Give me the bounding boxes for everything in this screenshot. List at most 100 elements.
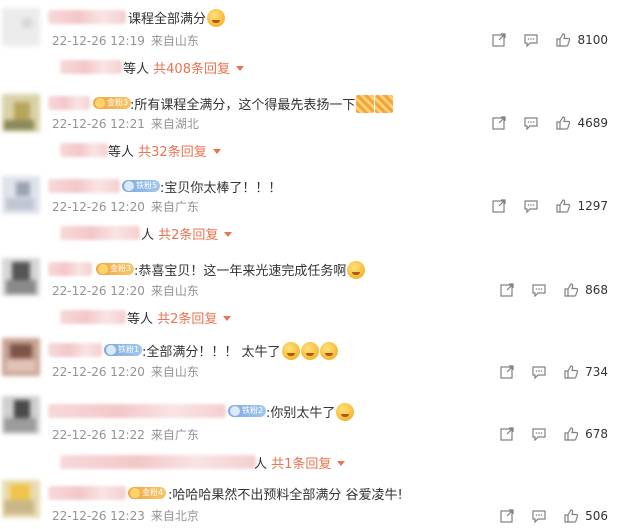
comment-actions: 868 bbox=[499, 281, 608, 299]
username-redacted[interactable] bbox=[48, 486, 126, 500]
comment-body: :全部满分！！！ 太牛了 bbox=[142, 345, 281, 360]
comment-actions: 1297 bbox=[491, 197, 608, 215]
thumb-up-icon[interactable] bbox=[563, 508, 579, 524]
avatar[interactable] bbox=[2, 338, 40, 376]
comment-body: :哈哈哈果然不出预料全部满分 谷爱凌牛! bbox=[168, 488, 403, 503]
fans-badge: 金粉3 bbox=[96, 263, 135, 275]
chevron-down-icon[interactable] bbox=[337, 461, 346, 466]
comment-location: 来自山东 bbox=[150, 365, 199, 379]
reply-prefix: 等人 bbox=[127, 312, 154, 327]
comment-meta: 22-12-26 12:23 来自北京 bbox=[52, 507, 199, 524]
comment-location: 来自广东 bbox=[150, 200, 199, 214]
username-redacted[interactable] bbox=[48, 10, 126, 24]
comment-time: 22-12-26 12:20 bbox=[52, 365, 145, 379]
reply-more-link[interactable]: 共32条回复 bbox=[138, 145, 207, 160]
avatar[interactable] bbox=[2, 176, 40, 214]
comment-time: 22-12-26 12:22 bbox=[52, 428, 145, 442]
comment-body: 课程全部满分 bbox=[128, 12, 207, 27]
comment-text: 课程全部满分 bbox=[128, 8, 226, 27]
fans-badge: 铁粉5 bbox=[122, 180, 161, 192]
comment-actions: 678 bbox=[499, 425, 608, 443]
comment-time: 22-12-26 12:20 bbox=[52, 284, 145, 298]
fans-badge: 金粉3 bbox=[93, 97, 132, 109]
comment-icon[interactable] bbox=[531, 508, 547, 524]
comment-icon[interactable] bbox=[531, 282, 547, 298]
username-redacted[interactable] bbox=[48, 343, 102, 357]
username-redacted[interactable] bbox=[48, 262, 92, 276]
comment-icon[interactable] bbox=[523, 32, 539, 48]
like-count: 1297 bbox=[577, 199, 608, 213]
reply-prefix: 人 bbox=[254, 457, 268, 472]
replier-names-redacted bbox=[60, 310, 126, 324]
comment-meta: 22-12-26 12:21 来自湖北 bbox=[52, 115, 199, 132]
comment-meta: 22-12-26 12:22 来自广东 bbox=[52, 426, 199, 443]
avatar[interactable] bbox=[2, 258, 40, 296]
reply-prefix: 等人 bbox=[123, 62, 150, 77]
share-icon[interactable] bbox=[491, 115, 507, 131]
reply-more-link[interactable]: 共408条回复 bbox=[153, 62, 230, 77]
comment-location: 来自北京 bbox=[150, 509, 199, 523]
reply-more-link[interactable]: 共2条回复 bbox=[157, 312, 217, 327]
thumb-up-icon[interactable] bbox=[555, 115, 571, 131]
comment-meta: 22-12-26 12:19 来自山东 bbox=[52, 32, 199, 49]
reply-summary[interactable]: 人 共2条回复 bbox=[141, 224, 233, 243]
share-icon[interactable] bbox=[491, 32, 507, 48]
fans-badge: 铁粉1 bbox=[104, 344, 143, 356]
chevron-down-icon[interactable] bbox=[235, 66, 244, 71]
share-icon[interactable] bbox=[499, 508, 515, 524]
comment-meta: 22-12-26 12:20 来自山东 bbox=[52, 363, 199, 380]
comment-icon[interactable] bbox=[523, 115, 539, 131]
comment-actions: 4689 bbox=[491, 114, 608, 132]
reply-summary[interactable]: 等人 共32条回复 bbox=[108, 141, 221, 160]
avatar[interactable] bbox=[2, 94, 40, 132]
fans-badge-icon bbox=[98, 264, 108, 274]
thumb-up-icon[interactable] bbox=[563, 364, 579, 380]
reply-summary[interactable]: 人 共1条回复 bbox=[254, 453, 346, 472]
username-redacted[interactable] bbox=[48, 404, 226, 418]
thumb-up-icon[interactable] bbox=[563, 282, 579, 298]
fans-badge-icon bbox=[230, 406, 240, 416]
thumb-up-icon[interactable] bbox=[563, 426, 579, 442]
comment-text: :所有课程全满分，这个得最先表扬一下 bbox=[130, 94, 394, 113]
comment-text: :恭喜宝贝！这一年来光速完成任务啊 bbox=[134, 260, 366, 279]
reply-summary[interactable]: 等人 共408条回复 bbox=[123, 58, 244, 77]
avatar[interactable] bbox=[2, 480, 40, 518]
comment-actions: 8100 bbox=[491, 31, 608, 49]
party-emoji-icon bbox=[319, 342, 338, 360]
comment-text: :哈哈哈果然不出预料全部满分 谷爱凌牛! bbox=[168, 484, 403, 503]
username-redacted[interactable] bbox=[48, 179, 120, 193]
comment-meta: 22-12-26 12:20 来自山东 bbox=[52, 282, 199, 299]
reply-more-link[interactable]: 共1条回复 bbox=[271, 457, 331, 472]
comment-time: 22-12-26 12:21 bbox=[52, 117, 145, 131]
like-count: 8100 bbox=[577, 33, 608, 47]
reply-more-link[interactable]: 共2条回复 bbox=[158, 228, 218, 243]
comment-text: :你别太牛了 bbox=[266, 402, 355, 421]
reply-prefix: 人 bbox=[141, 228, 155, 243]
comment-location: 来自广东 bbox=[150, 428, 199, 442]
thumb-up-icon[interactable] bbox=[555, 32, 571, 48]
username-redacted[interactable] bbox=[48, 96, 90, 110]
fans-badge-icon bbox=[124, 181, 134, 191]
like-count: 868 bbox=[585, 283, 608, 297]
replier-names-redacted bbox=[60, 60, 122, 74]
avatar[interactable] bbox=[2, 8, 40, 46]
share-icon[interactable] bbox=[499, 282, 515, 298]
comment-body: :你别太牛了 bbox=[266, 406, 336, 421]
chevron-down-icon[interactable] bbox=[224, 232, 233, 237]
share-icon[interactable] bbox=[499, 364, 515, 380]
crying-laugh-emoji-icon bbox=[336, 403, 355, 421]
fans-badge: 铁粉2 bbox=[228, 405, 267, 417]
share-icon[interactable] bbox=[491, 198, 507, 214]
replier-names-redacted bbox=[60, 226, 140, 240]
share-icon[interactable] bbox=[499, 426, 515, 442]
thumb-up-icon[interactable] bbox=[555, 198, 571, 214]
comment-icon[interactable] bbox=[531, 426, 547, 442]
chevron-down-icon[interactable] bbox=[212, 149, 221, 154]
avatar[interactable] bbox=[2, 396, 40, 434]
chevron-down-icon[interactable] bbox=[223, 316, 232, 321]
comment-icon[interactable] bbox=[531, 364, 547, 380]
comment-body: :恭喜宝贝！这一年来光速完成任务啊 bbox=[134, 264, 347, 279]
reply-summary[interactable]: 等人 共2条回复 bbox=[127, 308, 232, 327]
comment-icon[interactable] bbox=[523, 198, 539, 214]
comment-text: :全部满分！！！ 太牛了 bbox=[142, 341, 338, 360]
